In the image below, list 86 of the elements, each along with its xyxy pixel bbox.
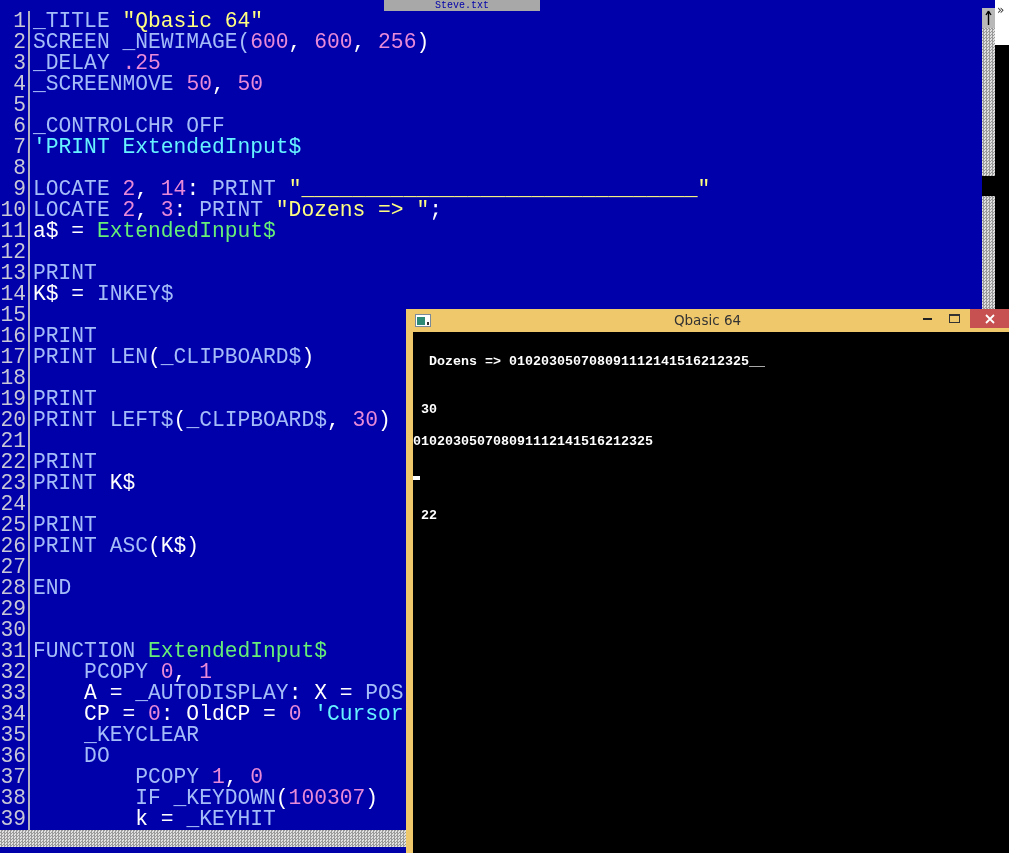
code-line: PRINT K$ [33,473,136,494]
minimize-icon [923,317,932,320]
code-line: SCREEN _NEWIMAGE(600, 600, 256) [33,32,430,53]
line-number: 15 [0,305,26,326]
code-line: LOCATE 2, 14: PRINT "_______________________________" [33,179,711,200]
line-number: 26 [0,536,26,557]
line-number: 23 [0,473,26,494]
line-number: 8 [12,158,26,179]
up-arrow-icon [985,10,992,26]
close-button[interactable] [970,309,1009,328]
line-number: 13 [0,263,26,284]
line-number: 25 [0,515,26,536]
horizontal-scrollbar[interactable] [0,830,406,847]
line-number: 37 [0,767,26,788]
code-line: a$ = ExtendedInput$ [33,221,276,242]
vertical-scrollbar[interactable] [982,8,995,309]
line-number: 19 [0,389,26,410]
line-number: 5 [12,95,26,116]
line-number: 4 [12,74,26,95]
maximize-icon [949,314,960,323]
code-line: PRINT [33,263,97,284]
line-number: 2 [12,32,26,53]
console-line: 22 [420,508,437,523]
chevron-glyph[interactable]: » [997,3,1005,17]
code-line: PRINT [33,452,97,473]
line-number: 36 [0,746,26,767]
line-number: 21 [0,431,26,452]
line-number: 30 [0,620,26,641]
code-line: PRINT LEFT$(_CLIPBOARD$, 30) [33,410,391,431]
line-number: 32 [0,662,26,683]
line-number: 10 [0,200,26,221]
code-line: _DELAY .25 [33,53,161,74]
code-line: _CONTROLCHR OFF [33,116,225,137]
code-line: FUNCTION ExtendedInput$ [33,641,327,662]
code-line: DO [83,746,110,767]
line-number: 14 [0,284,26,305]
code-line: LOCATE 2, 3: PRINT "Dozens => "; [33,200,442,221]
line-number: 33 [0,683,26,704]
line-number: 16 [0,326,26,347]
line-number: 9 [12,179,26,200]
window-icon [415,314,431,327]
line-number: 17 [0,347,26,368]
line-number: 12 [0,242,26,263]
code-line: k = _KEYHIT [134,809,276,830]
code-line: PRINT [33,389,97,410]
code-line: A = _AUTODISPLAY: X = POS [83,683,404,704]
line-number: 39 [0,809,26,830]
code-line: CP = 0: OldCP = 0 'Cursor [83,704,404,725]
code-line: _KEYCLEAR [83,725,200,746]
code-line: _SCREENMOVE 50, 50 [33,74,264,95]
close-icon [984,313,995,324]
line-number: 31 [0,641,26,662]
line-number: 6 [12,116,26,137]
line-number: 7 [12,137,26,158]
code-line: PCOPY 0, 1 [83,662,212,683]
code-line: PRINT ASC(K$) [33,536,200,557]
line-number: 20 [0,410,26,431]
line-number: 34 [0,704,26,725]
code-line: _TITLE "Qbasic 64" [33,11,264,32]
console-line: 010203050708091112141516212325 [413,434,653,449]
line-number: 38 [0,788,26,809]
code-line: PRINT LEN(_CLIPBOARD$) [33,347,315,368]
code-line: PRINT [33,326,97,347]
line-number: 35 [0,725,26,746]
line-number: 27 [0,557,26,578]
line-number: 3 [12,53,26,74]
text-cursor [413,476,420,480]
code-line: IF _KEYDOWN(100307) [134,788,379,809]
code-line: PCOPY 1, 0 [134,767,264,788]
line-number: 18 [0,368,26,389]
console-line: 30 [420,402,437,417]
window-title: Qbasic 64 [673,312,742,328]
console-line: Dozens => 010203050708091112141516212325__ [428,354,765,369]
line-number: 1 [12,11,26,32]
line-number: 24 [0,494,26,515]
code-line: K$ = INKEY$ [33,284,174,305]
code-line: 'PRINT ExtendedInput$ [33,137,302,158]
line-number: 11 [0,221,26,242]
line-number: 29 [0,599,26,620]
scroll-up-button[interactable] [982,8,995,28]
line-number: 22 [0,452,26,473]
code-line: PRINT [33,515,97,536]
line-number: 28 [0,578,26,599]
editor-title: Steve.txt [384,0,540,11]
scrollbar-thumb[interactable] [982,176,995,196]
code-line: END [33,578,72,599]
